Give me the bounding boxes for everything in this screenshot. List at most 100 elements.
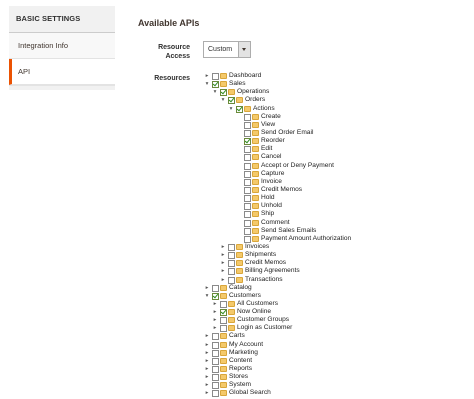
tree-node-label[interactable]: Catalog — [229, 284, 252, 292]
expand-icon[interactable]: ▸ — [212, 308, 218, 316]
tree-checkbox[interactable] — [244, 129, 251, 137]
tree-checkbox[interactable] — [220, 300, 227, 308]
tree-checkbox[interactable] — [212, 357, 219, 365]
tree-checkbox[interactable] — [244, 146, 251, 154]
tree-node-label[interactable]: Carts — [229, 332, 245, 340]
tree-node-label[interactable]: Orders — [245, 96, 265, 104]
expand-icon[interactable]: ▸ — [204, 332, 210, 340]
tree-checkbox[interactable] — [244, 235, 251, 243]
tree-node-label[interactable]: Invoices — [245, 243, 269, 251]
tree-checkbox[interactable] — [244, 186, 251, 194]
tree-checkbox[interactable] — [244, 203, 251, 211]
tree-node-label[interactable]: Operations — [237, 88, 269, 96]
tree-node-label[interactable]: Unhold — [261, 202, 282, 210]
expand-icon[interactable]: ▸ — [204, 381, 210, 389]
tree-node-label[interactable]: Marketing — [229, 349, 258, 357]
tree-checkbox[interactable] — [236, 105, 243, 113]
expand-icon[interactable]: ▸ — [204, 365, 210, 373]
tree-checkbox[interactable] — [212, 382, 219, 390]
expand-icon[interactable]: ▸ — [204, 72, 210, 80]
tree-checkbox[interactable] — [212, 81, 219, 89]
tree-node-label[interactable]: Invoice — [261, 178, 282, 186]
tree-checkbox[interactable] — [212, 73, 219, 80]
tree-node-label[interactable]: Actions — [253, 105, 275, 113]
collapse-icon[interactable]: ▾ — [228, 105, 234, 113]
expand-icon[interactable]: ▸ — [212, 324, 218, 332]
tree-node-label[interactable]: Reports — [229, 365, 252, 373]
tree-checkbox[interactable] — [244, 219, 251, 227]
tree-checkbox[interactable] — [212, 366, 219, 374]
tree-node-label[interactable]: System — [229, 381, 251, 389]
tree-node-label[interactable]: Credit Memos — [261, 186, 302, 194]
tree-checkbox[interactable] — [244, 162, 251, 170]
tree-checkbox[interactable] — [228, 268, 235, 276]
collapse-icon[interactable]: ▾ — [220, 96, 226, 104]
expand-icon[interactable]: ▸ — [204, 389, 210, 397]
tree-checkbox[interactable] — [228, 276, 235, 284]
tree-node-label[interactable]: Comment — [261, 219, 290, 227]
tree-checkbox[interactable] — [228, 243, 235, 251]
tree-checkbox[interactable] — [244, 138, 251, 146]
tree-node-label[interactable]: My Account — [229, 341, 263, 349]
tree-node-label[interactable]: Edit — [261, 145, 272, 153]
tree-checkbox[interactable] — [220, 89, 227, 97]
tree-checkbox[interactable] — [212, 374, 219, 382]
tree-node-label[interactable]: Customer Groups — [237, 316, 289, 324]
tree-checkbox[interactable] — [244, 227, 251, 235]
tree-node-label[interactable]: Payment Amount Authorization — [261, 235, 351, 243]
tree-checkbox[interactable] — [244, 211, 251, 219]
tree-node-label[interactable]: Accept or Deny Payment — [261, 162, 334, 170]
tree-node-label[interactable]: Billing Agreements — [245, 267, 300, 275]
tree-node-label[interactable]: Reorder — [261, 137, 285, 145]
tree-node-label[interactable]: All Customers — [237, 300, 278, 308]
tree-checkbox[interactable] — [228, 97, 235, 105]
tree-checkbox[interactable] — [220, 309, 227, 317]
tree-checkbox[interactable] — [244, 170, 251, 178]
expand-icon[interactable]: ▸ — [220, 267, 226, 275]
tree-node-label[interactable]: Credit Memos — [245, 259, 286, 267]
tree-node-label[interactable]: Send Sales Emails — [261, 227, 316, 235]
tree-node-label[interactable]: Customers — [229, 292, 261, 300]
expand-icon[interactable]: ▸ — [220, 276, 226, 284]
tree-checkbox[interactable] — [212, 349, 219, 357]
tree-node-label[interactable]: Dashboard — [229, 72, 261, 80]
tree-checkbox[interactable] — [212, 284, 219, 292]
tree-checkbox[interactable] — [212, 292, 219, 300]
tree-node-label[interactable]: Login as Customer — [237, 324, 292, 332]
tree-checkbox[interactable] — [228, 252, 235, 260]
tree-checkbox[interactable] — [220, 317, 227, 325]
expand-icon[interactable]: ▸ — [204, 349, 210, 357]
tree-checkbox[interactable] — [228, 260, 235, 268]
tree-checkbox[interactable] — [244, 178, 251, 186]
tree-node-label[interactable]: Capture — [261, 170, 284, 178]
expand-icon[interactable]: ▸ — [212, 300, 218, 308]
tree-node-label[interactable]: Content — [229, 357, 252, 365]
tree-checkbox[interactable] — [212, 333, 219, 341]
tree-checkbox[interactable] — [212, 341, 219, 349]
tree-checkbox[interactable] — [244, 113, 251, 121]
expand-icon[interactable]: ▸ — [204, 373, 210, 381]
tree-node-label[interactable]: Now Online — [237, 308, 271, 316]
tree-node-label[interactable]: Shipments — [245, 251, 276, 259]
expand-icon[interactable]: ▸ — [204, 284, 210, 292]
tree-node-label[interactable]: Stores — [229, 373, 248, 381]
expand-icon[interactable]: ▸ — [220, 243, 226, 251]
expand-icon[interactable]: ▸ — [204, 341, 210, 349]
tree-checkbox[interactable] — [244, 195, 251, 203]
collapse-icon[interactable]: ▾ — [204, 292, 210, 300]
tree-node-label[interactable]: Global Search — [229, 389, 271, 397]
collapse-icon[interactable]: ▾ — [204, 80, 210, 88]
tree-checkbox[interactable] — [244, 121, 251, 129]
tree-checkbox[interactable] — [212, 390, 219, 398]
expand-icon[interactable]: ▸ — [212, 316, 218, 324]
expand-icon[interactable]: ▸ — [220, 251, 226, 259]
tree-node-label[interactable]: Create — [261, 113, 281, 121]
tree-node-label[interactable]: Ship — [261, 210, 274, 218]
tree-node-label[interactable]: Send Order Email — [261, 129, 313, 137]
tree-node-label[interactable]: Cancel — [261, 153, 282, 161]
tree-node-label[interactable]: Hold — [261, 194, 275, 202]
tree-node-label[interactable]: Sales — [229, 80, 246, 88]
tree-checkbox[interactable] — [244, 154, 251, 162]
tree-node-label[interactable]: View — [261, 121, 275, 129]
collapse-icon[interactable]: ▾ — [212, 88, 218, 96]
